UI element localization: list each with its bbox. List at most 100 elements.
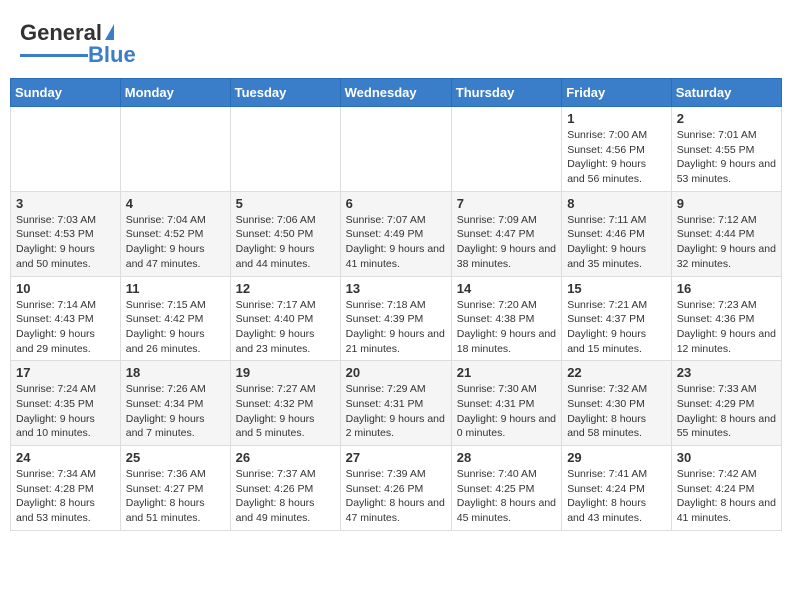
logo-underline [20, 54, 88, 57]
day-number: 20 [346, 365, 446, 380]
day-number: 6 [346, 196, 446, 211]
day-number: 11 [126, 281, 225, 296]
day-info: Sunrise: 7:33 AM Sunset: 4:29 PM Dayligh… [677, 382, 776, 441]
day-info: Sunrise: 7:32 AM Sunset: 4:30 PM Dayligh… [567, 382, 666, 441]
logo-blue: Blue [88, 42, 136, 68]
day-info: Sunrise: 7:34 AM Sunset: 4:28 PM Dayligh… [16, 467, 115, 526]
day-info: Sunrise: 7:15 AM Sunset: 4:42 PM Dayligh… [126, 298, 225, 357]
day-info: Sunrise: 7:06 AM Sunset: 4:50 PM Dayligh… [236, 213, 335, 272]
logo: General Blue [20, 20, 136, 68]
day-info: Sunrise: 7:26 AM Sunset: 4:34 PM Dayligh… [126, 382, 225, 441]
day-info: Sunrise: 7:30 AM Sunset: 4:31 PM Dayligh… [457, 382, 556, 441]
day-info: Sunrise: 7:39 AM Sunset: 4:26 PM Dayligh… [346, 467, 446, 526]
day-info: Sunrise: 7:12 AM Sunset: 4:44 PM Dayligh… [677, 213, 776, 272]
calendar-cell: 9 Sunrise: 7:12 AM Sunset: 4:44 PM Daylig… [671, 191, 781, 276]
calendar-cell: 20 Sunrise: 7:29 AM Sunset: 4:31 PM Dayli… [340, 361, 451, 446]
calendar-cell: 21 Sunrise: 7:30 AM Sunset: 4:31 PM Dayli… [451, 361, 561, 446]
calendar-cell: 5 Sunrise: 7:06 AM Sunset: 4:50 PM Daylig… [230, 191, 340, 276]
day-info: Sunrise: 7:09 AM Sunset: 4:47 PM Dayligh… [457, 213, 556, 272]
calendar-cell: 17 Sunrise: 7:24 AM Sunset: 4:35 PM Dayli… [11, 361, 121, 446]
weekday-header-row: SundayMondayTuesdayWednesdayThursdayFrid… [11, 79, 782, 107]
day-info: Sunrise: 7:03 AM Sunset: 4:53 PM Dayligh… [16, 213, 115, 272]
day-info: Sunrise: 7:37 AM Sunset: 4:26 PM Dayligh… [236, 467, 335, 526]
calendar-cell: 25 Sunrise: 7:36 AM Sunset: 4:27 PM Dayli… [120, 446, 230, 531]
calendar-cell: 19Sunrise: 7:27 AM Sunset: 4:32 PM Dayli… [230, 361, 340, 446]
day-info: Sunrise: 7:00 AM Sunset: 4:56 PM Dayligh… [567, 128, 666, 187]
day-number: 9 [677, 196, 776, 211]
calendar-cell: 28 Sunrise: 7:40 AM Sunset: 4:25 PM Dayli… [451, 446, 561, 531]
calendar-cell: 11 Sunrise: 7:15 AM Sunset: 4:42 PM Dayli… [120, 276, 230, 361]
day-number: 15 [567, 281, 666, 296]
day-info: Sunrise: 7:18 AM Sunset: 4:39 PM Dayligh… [346, 298, 446, 357]
calendar: SundayMondayTuesdayWednesdayThursdayFrid… [10, 78, 782, 531]
calendar-cell: 16 Sunrise: 7:23 AM Sunset: 4:36 PM Dayli… [671, 276, 781, 361]
day-info: Sunrise: 7:29 AM Sunset: 4:31 PM Dayligh… [346, 382, 446, 441]
calendar-cell: 30 Sunrise: 7:42 AM Sunset: 4:24 PM Dayli… [671, 446, 781, 531]
weekday-header-thursday: Thursday [451, 79, 561, 107]
day-number: 5 [236, 196, 335, 211]
day-info: Sunrise: 7:17 AM Sunset: 4:40 PM Dayligh… [236, 298, 335, 357]
day-number: 10 [16, 281, 115, 296]
calendar-cell [11, 107, 121, 192]
calendar-body: 1 Sunrise: 7:00 AM Sunset: 4:56 PM Daylig… [11, 107, 782, 531]
calendar-week-1: 3Sunrise: 7:03 AM Sunset: 4:53 PM Daylig… [11, 191, 782, 276]
calendar-cell [120, 107, 230, 192]
day-number: 21 [457, 365, 556, 380]
calendar-cell [451, 107, 561, 192]
calendar-cell: 13Sunrise: 7:18 AM Sunset: 4:39 PM Dayli… [340, 276, 451, 361]
weekday-header-wednesday: Wednesday [340, 79, 451, 107]
weekday-header-sunday: Sunday [11, 79, 121, 107]
day-number: 4 [126, 196, 225, 211]
calendar-cell: 23 Sunrise: 7:33 AM Sunset: 4:29 PM Dayli… [671, 361, 781, 446]
day-info: Sunrise: 7:23 AM Sunset: 4:36 PM Dayligh… [677, 298, 776, 357]
day-number: 1 [567, 111, 666, 126]
day-info: Sunrise: 7:40 AM Sunset: 4:25 PM Dayligh… [457, 467, 556, 526]
weekday-header-friday: Friday [562, 79, 672, 107]
day-number: 12 [236, 281, 335, 296]
calendar-cell: 6Sunrise: 7:07 AM Sunset: 4:49 PM Daylig… [340, 191, 451, 276]
day-info: Sunrise: 7:20 AM Sunset: 4:38 PM Dayligh… [457, 298, 556, 357]
day-number: 16 [677, 281, 776, 296]
day-number: 18 [126, 365, 225, 380]
day-number: 25 [126, 450, 225, 465]
day-number: 7 [457, 196, 556, 211]
day-number: 14 [457, 281, 556, 296]
logo-triangle-icon [105, 24, 114, 40]
day-info: Sunrise: 7:42 AM Sunset: 4:24 PM Dayligh… [677, 467, 776, 526]
day-number: 2 [677, 111, 776, 126]
day-info: Sunrise: 7:24 AM Sunset: 4:35 PM Dayligh… [16, 382, 115, 441]
day-number: 30 [677, 450, 776, 465]
calendar-week-0: 1 Sunrise: 7:00 AM Sunset: 4:56 PM Daylig… [11, 107, 782, 192]
calendar-week-2: 10Sunrise: 7:14 AM Sunset: 4:43 PM Dayli… [11, 276, 782, 361]
day-number: 27 [346, 450, 446, 465]
calendar-cell [340, 107, 451, 192]
calendar-cell [230, 107, 340, 192]
day-number: 28 [457, 450, 556, 465]
calendar-cell: 10Sunrise: 7:14 AM Sunset: 4:43 PM Dayli… [11, 276, 121, 361]
day-number: 24 [16, 450, 115, 465]
calendar-cell: 27 Sunrise: 7:39 AM Sunset: 4:26 PM Dayli… [340, 446, 451, 531]
weekday-header-monday: Monday [120, 79, 230, 107]
calendar-cell: 7 Sunrise: 7:09 AM Sunset: 4:47 PM Daylig… [451, 191, 561, 276]
weekday-header-saturday: Saturday [671, 79, 781, 107]
calendar-cell: 18 Sunrise: 7:26 AM Sunset: 4:34 PM Dayli… [120, 361, 230, 446]
day-number: 8 [567, 196, 666, 211]
day-number: 22 [567, 365, 666, 380]
day-info: Sunrise: 7:04 AM Sunset: 4:52 PM Dayligh… [126, 213, 225, 272]
day-number: 17 [16, 365, 115, 380]
calendar-week-3: 17 Sunrise: 7:24 AM Sunset: 4:35 PM Dayli… [11, 361, 782, 446]
calendar-cell: 4 Sunrise: 7:04 AM Sunset: 4:52 PM Daylig… [120, 191, 230, 276]
calendar-cell: 8 Sunrise: 7:11 AM Sunset: 4:46 PM Daylig… [562, 191, 672, 276]
day-number: 26 [236, 450, 335, 465]
calendar-cell: 15Sunrise: 7:21 AM Sunset: 4:37 PM Dayli… [562, 276, 672, 361]
weekday-header-tuesday: Tuesday [230, 79, 340, 107]
calendar-cell: 14 Sunrise: 7:20 AM Sunset: 4:38 PM Dayli… [451, 276, 561, 361]
calendar-cell: 29Sunrise: 7:41 AM Sunset: 4:24 PM Dayli… [562, 446, 672, 531]
day-info: Sunrise: 7:36 AM Sunset: 4:27 PM Dayligh… [126, 467, 225, 526]
calendar-cell: 3Sunrise: 7:03 AM Sunset: 4:53 PM Daylig… [11, 191, 121, 276]
day-number: 23 [677, 365, 776, 380]
calendar-cell: 24 Sunrise: 7:34 AM Sunset: 4:28 PM Dayli… [11, 446, 121, 531]
day-number: 19 [236, 365, 335, 380]
calendar-cell: 2Sunrise: 7:01 AM Sunset: 4:55 PM Daylig… [671, 107, 781, 192]
day-info: Sunrise: 7:11 AM Sunset: 4:46 PM Dayligh… [567, 213, 666, 272]
